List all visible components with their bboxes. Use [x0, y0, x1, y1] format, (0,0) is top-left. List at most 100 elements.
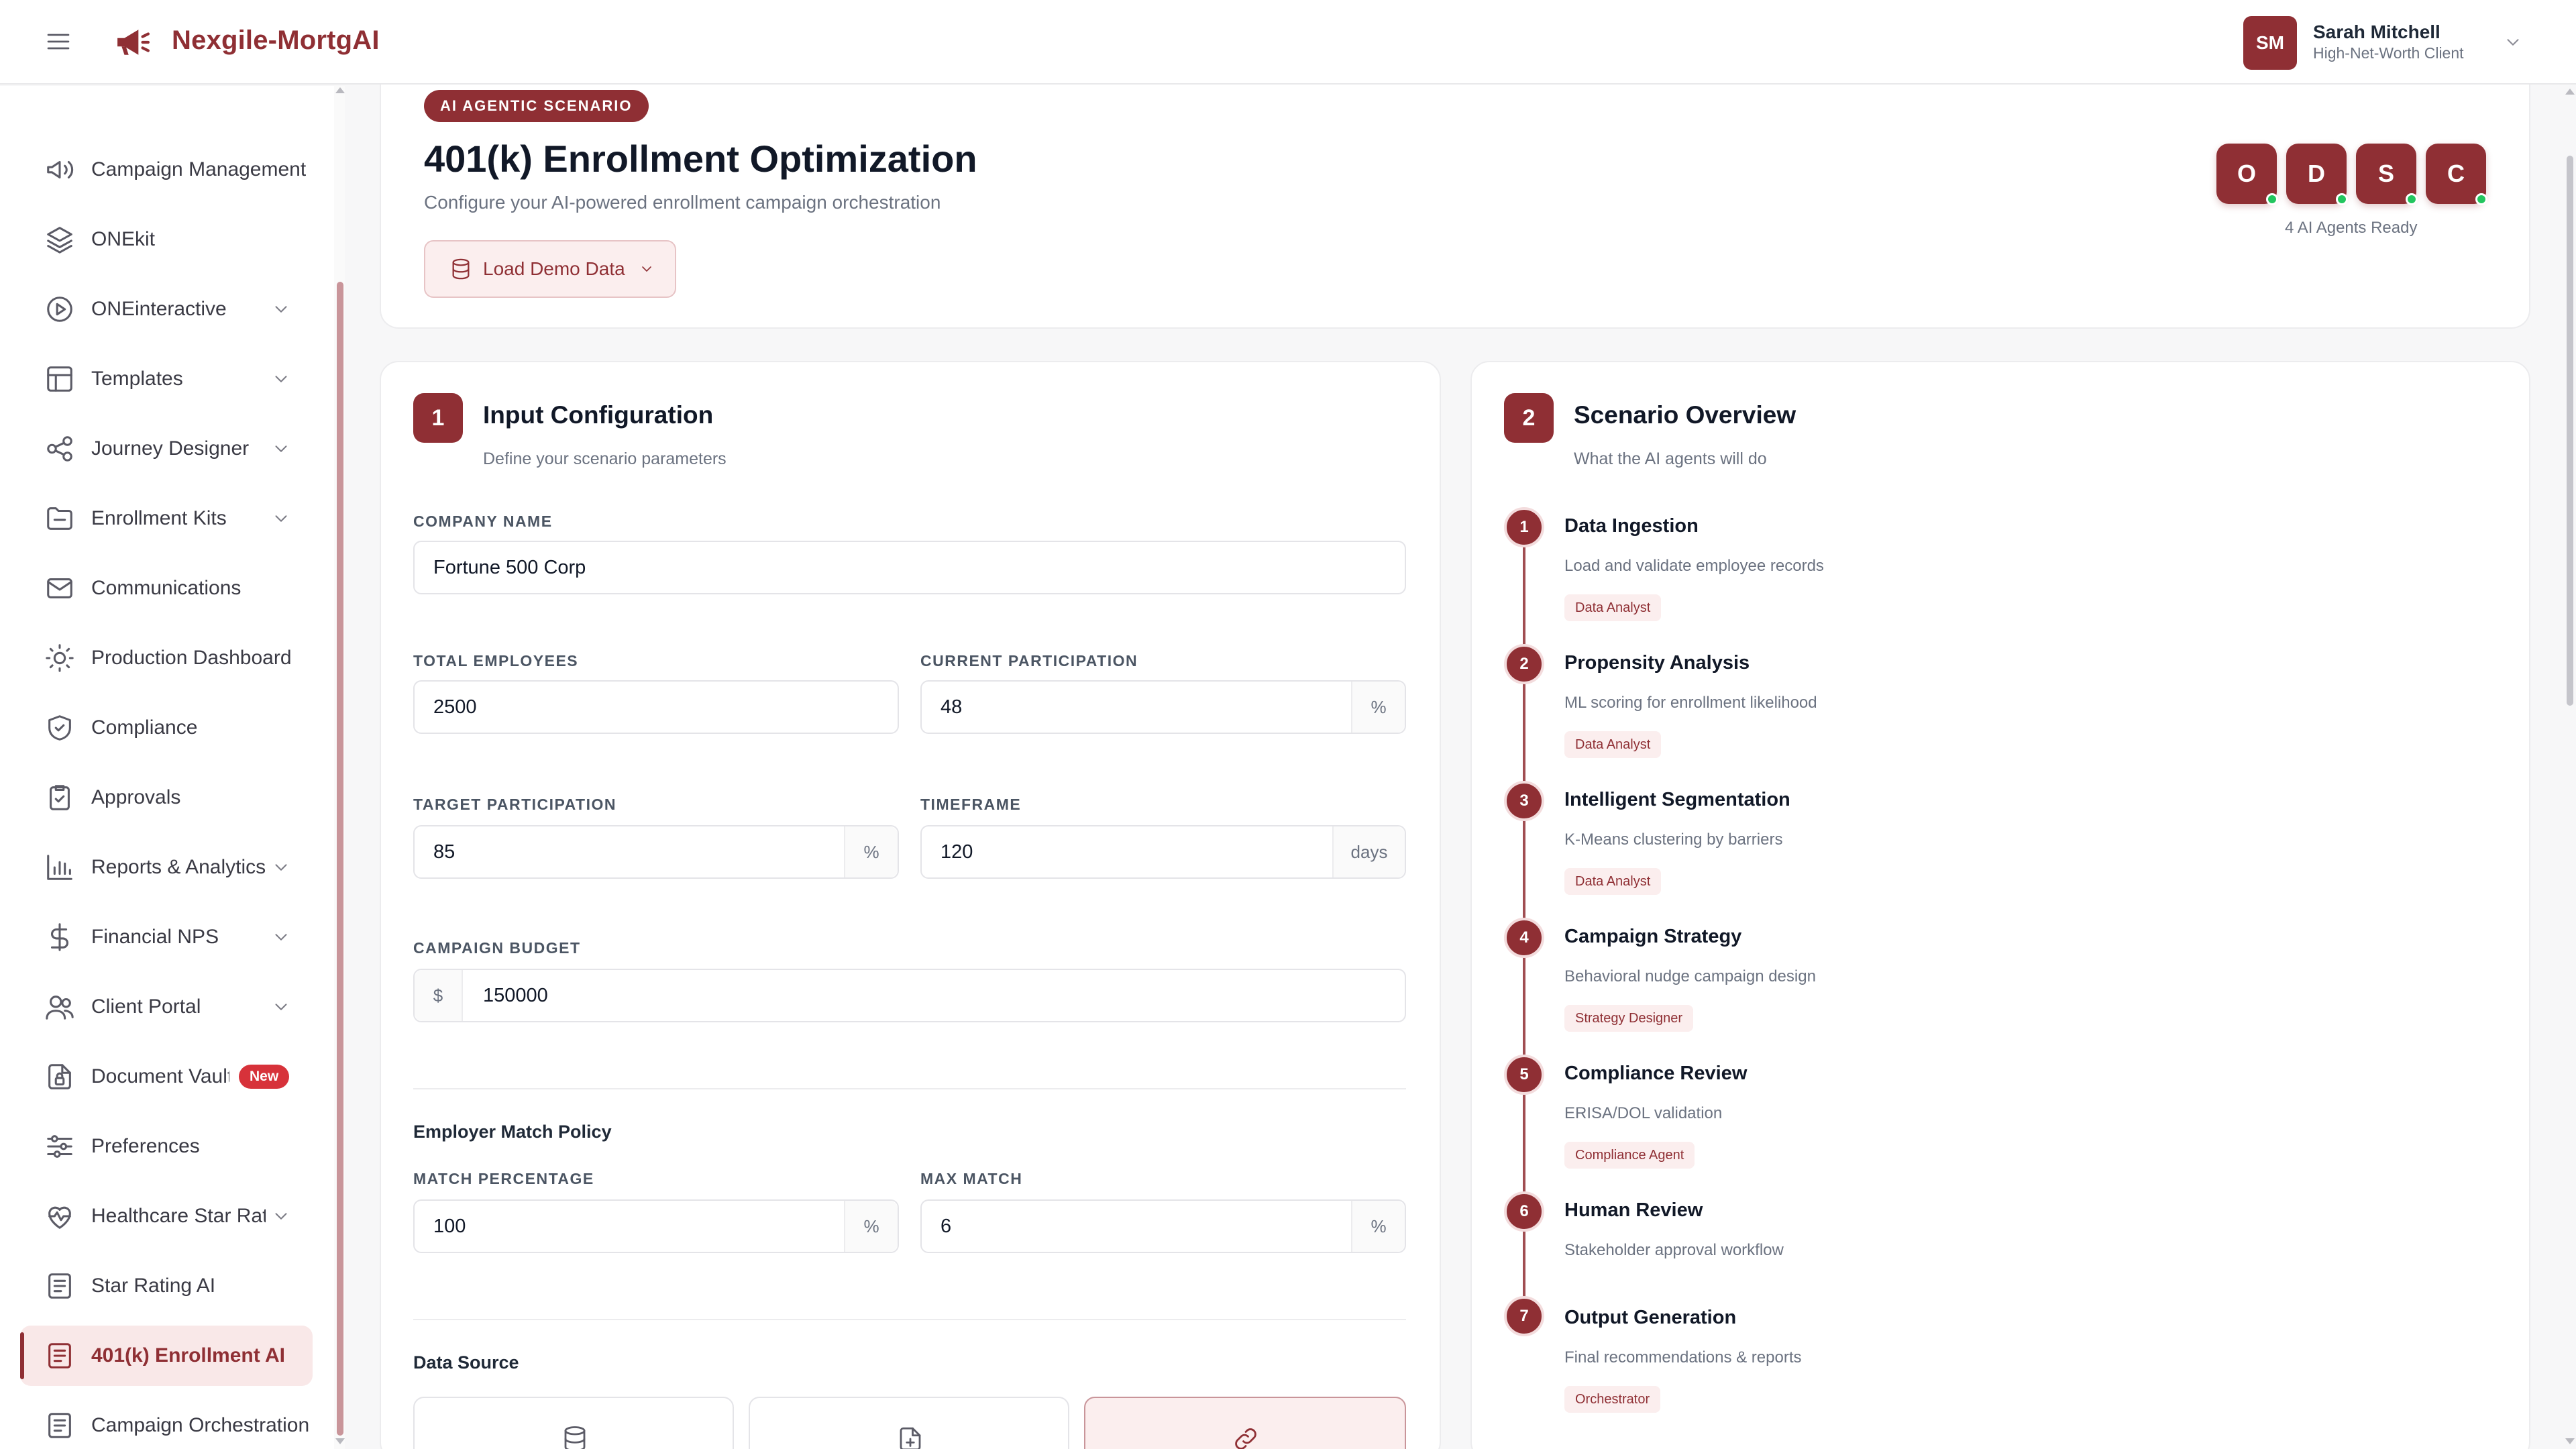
company-name-input[interactable]: Fortune 500 Corp	[413, 541, 1406, 594]
megaphone-logo-icon	[113, 25, 153, 59]
timeline-step-description: K-Means clustering by barriers	[1564, 830, 1783, 849]
timeline-step-number: 3	[1504, 781, 1544, 821]
sidebar-item-healthcare-star-ratings[interactable]: Healthcare Star Ratings	[20, 1186, 313, 1246]
chevron-down-icon[interactable]	[271, 508, 291, 529]
timeframe-label: TIMEFRAME	[920, 796, 1022, 813]
mail-icon	[44, 573, 75, 604]
brand-name[interactable]: Nexgile-MortgAI	[172, 25, 380, 56]
currency-prefix: $	[415, 970, 463, 1021]
chevron-down-icon[interactable]	[271, 439, 291, 459]
agent-tag: Compliance Agent	[1564, 1142, 1695, 1169]
bar-chart-icon	[44, 852, 75, 883]
timeline-step-description: Behavioral nudge campaign design	[1564, 967, 1816, 985]
sidebar-item-templates[interactable]: Templates	[20, 349, 313, 409]
sidebar-item-label: Preferences	[91, 1135, 200, 1157]
sidebar-item-label: Star Rating AI	[91, 1275, 216, 1297]
link-icon	[1232, 1425, 1260, 1449]
agent-tag: Strategy Designer	[1564, 1005, 1694, 1032]
sidebar-item-approvals[interactable]: Approvals	[20, 767, 313, 828]
agent-tag: Orchestrator	[1564, 1386, 1661, 1413]
sidebar-item-communications[interactable]: Communications	[20, 558, 313, 619]
new-badge: New	[239, 1065, 290, 1089]
match-percentage-value: 100	[433, 1215, 466, 1237]
page-subtitle: Configure your AI-powered enrollment cam…	[424, 192, 941, 213]
data-source-option-database[interactable]	[413, 1397, 734, 1449]
scroll-up-arrow-icon[interactable]	[335, 87, 345, 93]
file-text-icon	[44, 1410, 75, 1441]
sidebar-item-campaign-management[interactable]: Campaign Management	[20, 140, 313, 200]
total-employees-input[interactable]: 2500	[413, 680, 899, 734]
timeline-step-title: Intelligent Segmentation	[1564, 789, 1790, 810]
section-divider	[413, 1088, 1406, 1089]
timeline-step-number: 2	[1504, 644, 1544, 684]
chevron-down-icon[interactable]	[271, 299, 291, 319]
chevron-down-icon[interactable]	[271, 1206, 291, 1226]
sidebar-item-compliance[interactable]: Compliance	[20, 698, 313, 758]
sidebar-scrollbar-thumb[interactable]	[337, 282, 343, 1436]
sidebar-item-star-rating-ai[interactable]: Star Rating AI	[20, 1256, 313, 1316]
file-text-icon	[44, 1340, 75, 1371]
agent-tag: Data Analyst	[1564, 594, 1662, 621]
step-badge: 1	[413, 393, 463, 443]
timeline-step-description: ML scoring for enrollment likelihood	[1564, 694, 1817, 712]
chevron-down-icon[interactable]	[271, 927, 291, 947]
max-match-label: MAX MATCH	[920, 1170, 1023, 1187]
sidebar-item-document-vault[interactable]: Document Vault New	[20, 1046, 313, 1107]
data-source-option-upload-file[interactable]	[749, 1397, 1069, 1449]
company-name-label: COMPANY NAME	[413, 513, 553, 530]
agent-status-dot	[2266, 193, 2278, 205]
sidebar-item-client-portal[interactable]: Client Portal	[20, 977, 313, 1037]
user-name: Sarah Mitchell	[2313, 21, 2440, 42]
timeline-step-number: 6	[1504, 1191, 1544, 1232]
timeline-step-description: ERISA/DOL validation	[1564, 1104, 1723, 1122]
scroll-down-arrow-icon[interactable]	[2565, 1438, 2575, 1444]
sidebar-item-label: Campaign Management	[91, 158, 307, 180]
user-avatar[interactable]: SM	[2243, 16, 2297, 70]
sidebar-item-onekit[interactable]: ONEkit	[20, 209, 313, 270]
percent-suffix: %	[844, 826, 898, 877]
sidebar-item-campaign-orchestration[interactable]: Campaign Orchestration	[20, 1395, 313, 1449]
timeline-step-number: 4	[1504, 918, 1544, 958]
sidebar-item-journey-designer[interactable]: Journey Designer	[20, 419, 313, 479]
sidebar-item-oneinteractive[interactable]: ONEinteractive	[20, 279, 313, 339]
data-source-option-integration[interactable]	[1084, 1397, 1406, 1449]
timeline-step-title: Human Review	[1564, 1199, 1703, 1221]
match-percentage-input[interactable]: 100 %	[413, 1199, 899, 1253]
timeline-step-title: Compliance Review	[1564, 1063, 1748, 1084]
agent-tag: Data Analyst	[1564, 731, 1662, 758]
load-demo-data-label: Load Demo Data	[483, 258, 625, 279]
current-participation-input[interactable]: 48 %	[920, 680, 1406, 734]
step-badge: 2	[1504, 393, 1554, 443]
timeframe-input[interactable]: 120 days	[920, 825, 1406, 879]
match-policy-heading: Employer Match Policy	[413, 1122, 612, 1142]
megaphone-icon	[44, 154, 75, 185]
scroll-down-arrow-icon[interactable]	[335, 1438, 345, 1444]
timeline-step-title: Propensity Analysis	[1564, 652, 1750, 674]
sidebar-item-enrollment-kits[interactable]: Enrollment Kits	[20, 488, 313, 549]
chevron-down-icon[interactable]	[271, 857, 291, 877]
campaign-budget-input[interactable]: $ 150000	[413, 969, 1406, 1022]
file-plus-icon	[896, 1425, 924, 1449]
sidebar-item-401k-enrollment-ai[interactable]: 401(k) Enrollment AI	[20, 1326, 313, 1386]
main-scrollbar-thumb[interactable]	[2567, 156, 2573, 706]
load-demo-data-button[interactable]: Load Demo Data	[424, 240, 676, 298]
agent-tag: Data Analyst	[1564, 868, 1662, 895]
sidebar-item-preferences[interactable]: Preferences	[20, 1116, 313, 1177]
top-header: Nexgile-MortgAI SM Sarah Mitchell High-N…	[0, 0, 2576, 85]
folder-icon	[44, 503, 75, 534]
target-participation-input[interactable]: 85 %	[413, 825, 899, 879]
max-match-value: 6	[941, 1215, 952, 1237]
sidebar-item-production-dashboard[interactable]: Production Dashboard	[20, 628, 313, 688]
sidebar-item-label: Document Vault	[91, 1065, 229, 1087]
sidebar-item-reports-analytics[interactable]: Reports & Analytics	[20, 837, 313, 898]
scroll-up-arrow-icon[interactable]	[2565, 89, 2575, 95]
max-match-input[interactable]: 6 %	[920, 1199, 1406, 1253]
sidebar-item-label: Healthcare Star Ratings	[91, 1205, 266, 1227]
sidebar-item-financial-nps[interactable]: Financial NPS	[20, 907, 313, 967]
hamburger-menu-icon[interactable]	[43, 28, 74, 55]
total-employees-value: 2500	[433, 696, 477, 718]
chevron-down-icon[interactable]	[271, 997, 291, 1017]
chevron-down-icon[interactable]	[271, 369, 291, 389]
sidebar-item-label: Production Dashboard	[91, 647, 292, 669]
chevron-down-icon[interactable]	[2502, 32, 2524, 52]
